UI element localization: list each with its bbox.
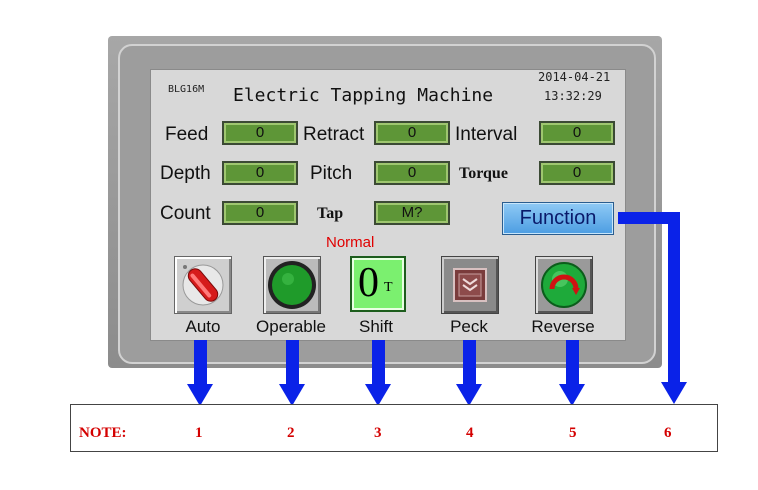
note-number-5: 5 <box>569 425 577 441</box>
reverse-label: Reverse <box>531 317 595 336</box>
note-number-4: 4 <box>466 425 474 441</box>
feed-value[interactable]: 0 <box>222 121 298 145</box>
depth-label: Depth <box>160 163 211 184</box>
function-button[interactable]: Function <box>502 202 614 235</box>
shift-label: Shift <box>358 317 394 336</box>
torque-label: Torque <box>459 165 508 182</box>
arrow-1-shaft <box>194 340 207 386</box>
arrow-6-head <box>661 382 687 404</box>
note-number-6: 6 <box>664 425 672 441</box>
operable-label: Operable <box>256 317 326 336</box>
model-label: BLG16M <box>168 84 205 95</box>
retract-label: Retract <box>303 124 365 145</box>
arrow-2-shaft <box>286 340 299 386</box>
count-value[interactable]: 0 <box>222 201 298 225</box>
auto-button[interactable] <box>174 256 232 314</box>
shift-sub-label: T <box>384 280 393 295</box>
interval-value[interactable]: 0 <box>539 121 615 145</box>
note-box <box>70 404 718 452</box>
green-indicator-icon <box>268 261 316 309</box>
note-label: NOTE: <box>79 425 127 441</box>
arrow-1-head <box>187 384 213 406</box>
count-label: Count <box>160 203 211 224</box>
selector-switch-icon <box>182 264 224 306</box>
retract-value[interactable]: 0 <box>374 121 450 145</box>
note-number-3: 3 <box>374 425 382 441</box>
feed-label: Feed <box>165 124 209 145</box>
depth-value[interactable]: 0 <box>222 161 298 185</box>
interval-label: Interval <box>455 124 518 145</box>
pitch-label: Pitch <box>310 163 353 184</box>
tap-label: Tap <box>317 205 344 222</box>
arrow-6-shaft <box>668 212 680 384</box>
page-title: Electric Tapping Machine <box>233 85 494 106</box>
peck-label: Peck <box>450 317 488 336</box>
arrow-4-head <box>456 384 482 406</box>
time-display: 13:32:29 <box>544 89 602 103</box>
arrow-5-shaft <box>566 340 579 386</box>
arrow-3-shaft <box>372 340 385 386</box>
status-text: Normal <box>326 234 375 251</box>
note-number-1: 1 <box>195 425 203 441</box>
reverse-icon <box>541 262 587 308</box>
arrow-5-head <box>559 384 585 406</box>
auto-label: Auto <box>185 317 221 336</box>
reverse-button[interactable] <box>535 256 593 314</box>
arrow-3-head <box>365 384 391 406</box>
note-number-2: 2 <box>287 425 295 441</box>
shift-button[interactable]: 0 T <box>350 256 406 312</box>
tap-value[interactable]: M? <box>374 201 450 225</box>
peck-button[interactable] <box>441 256 499 314</box>
pitch-value[interactable]: 0 <box>374 161 450 185</box>
shift-toggle-icon: 0 <box>358 260 379 306</box>
operable-button[interactable] <box>263 256 321 314</box>
date-display: 2014-04-21 <box>538 70 611 84</box>
arrow-2-head <box>279 384 305 406</box>
peck-icon <box>453 268 487 302</box>
torque-value[interactable]: 0 <box>539 161 615 185</box>
arrow-4-shaft <box>463 340 476 386</box>
